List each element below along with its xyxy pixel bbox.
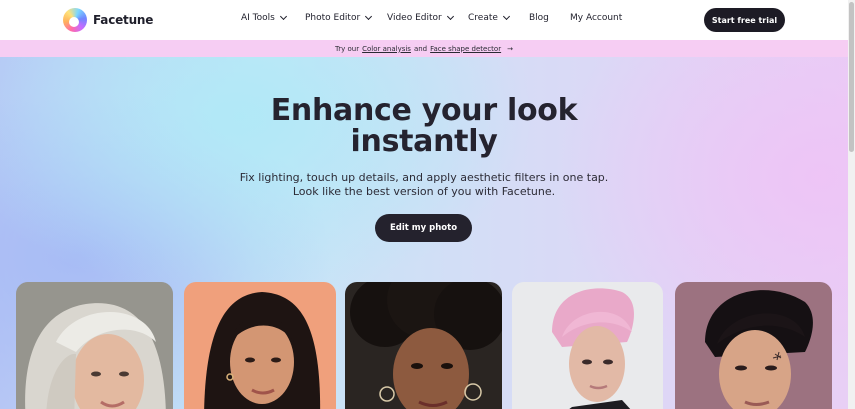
chevron-down-icon xyxy=(502,12,510,21)
scrollbar-thumb[interactable] xyxy=(849,2,854,152)
promo-prefix: Try our xyxy=(335,44,360,53)
chevron-down-icon xyxy=(365,12,373,21)
start-free-trial-button[interactable]: Start free trial xyxy=(704,8,785,32)
site-header: Facetune AI Tools Photo Editor Video Edi… xyxy=(0,0,848,40)
portrait-card-peach xyxy=(184,282,336,409)
hero-subtitle-line: Fix lighting, touch up details, and appl… xyxy=(239,171,609,184)
promo-banner: Try our Color analysis and Face shape de… xyxy=(0,40,848,57)
brand-name: Facetune xyxy=(93,13,154,27)
nav-label: Photo Editor xyxy=(305,13,361,23)
portrait-card-pink-hair xyxy=(512,282,663,409)
hero-title: Enhance your look instantly xyxy=(0,95,848,157)
nav-video-editor[interactable]: Video Editor xyxy=(387,12,454,23)
arrow-right-icon[interactable]: → xyxy=(507,45,513,53)
color-analysis-link[interactable]: Color analysis xyxy=(362,45,411,53)
nav-blog[interactable]: Blog xyxy=(529,13,549,23)
nav-label: AI Tools xyxy=(241,13,275,23)
nav-my-account[interactable]: My Account xyxy=(570,13,622,23)
brand-logo[interactable]: Facetune xyxy=(63,8,153,32)
nav-create[interactable]: Create xyxy=(468,12,510,23)
nav-label: Create xyxy=(468,13,498,23)
portrait-card-curly-hair xyxy=(345,282,502,409)
page-scrollbar[interactable] xyxy=(848,0,855,409)
hero-subtitle-line: Look like the best version of you with F… xyxy=(292,184,556,198)
face-shape-detector-link[interactable]: Face shape detector xyxy=(430,45,501,53)
edit-my-photo-button[interactable]: Edit my photo xyxy=(375,214,472,242)
hero-title-line: Enhance your look xyxy=(270,93,578,128)
facetune-logo-icon xyxy=(63,8,87,32)
chevron-down-icon xyxy=(446,12,454,21)
nav-label: Video Editor xyxy=(387,13,442,23)
chevron-down-icon xyxy=(279,12,287,21)
nav-label: My Account xyxy=(570,13,623,23)
hero-section: Enhance your look instantly Fix lighting… xyxy=(0,57,848,409)
nav-label: Blog xyxy=(529,13,549,23)
hero-title-line: instantly xyxy=(350,124,498,159)
nav-ai-tools[interactable]: AI Tools xyxy=(241,12,287,23)
hero-subtitle: Fix lighting, touch up details, and appl… xyxy=(0,171,848,198)
promo-middle: and xyxy=(413,44,428,53)
portrait-card-dark-hair xyxy=(675,282,832,409)
nav-photo-editor[interactable]: Photo Editor xyxy=(305,12,373,23)
portrait-card-silver-hair xyxy=(16,282,173,409)
